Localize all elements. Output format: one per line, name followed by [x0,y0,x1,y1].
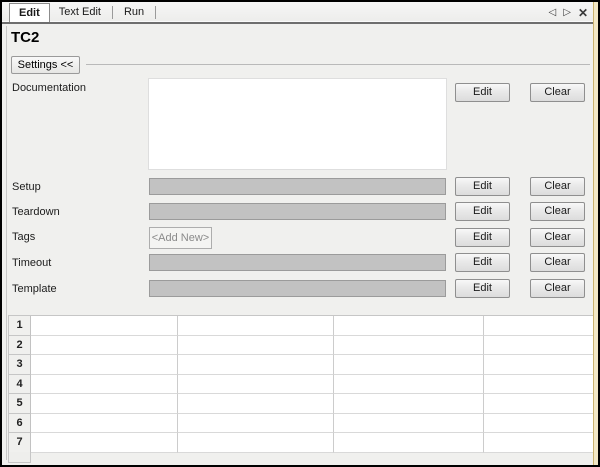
grid-cell[interactable] [484,394,594,414]
template-clear-button[interactable]: Clear [530,279,585,298]
partial-row-header [8,452,31,463]
table-row: 5 [9,394,594,414]
teardown-edit-button[interactable]: Edit [455,202,510,221]
grid-cell[interactable] [484,414,594,434]
timeout-edit-button[interactable]: Edit [455,253,510,272]
grid-cell[interactable] [31,336,178,356]
row-number[interactable]: 6 [9,414,31,434]
grid-cell[interactable] [334,336,484,356]
grid-cell[interactable] [31,375,178,395]
setup-label: Setup [12,181,41,193]
documentation-clear-button[interactable]: Clear [530,83,585,102]
tab-separator [112,6,113,19]
tab-edit[interactable]: Edit [9,3,50,22]
prev-tab-icon[interactable]: ◁ [549,7,557,19]
row-number[interactable]: 4 [9,375,31,395]
tags-clear-button[interactable]: Clear [530,228,585,247]
grid-cell[interactable] [178,316,334,336]
window-edge-strip [593,2,598,465]
table-row: 6 [9,414,594,434]
testcase-title: TC2 [11,29,39,46]
timeout-label: Timeout [12,257,51,269]
tags-label: Tags [12,231,35,243]
settings-divider [86,64,590,65]
testcase-editor-panel: Edit Text Edit Run ◁ ▷ ✕ TC2 Settings <<… [0,0,600,467]
row-number[interactable]: 5 [9,394,31,414]
template-edit-button[interactable]: Edit [455,279,510,298]
tags-add-new-button[interactable]: <Add New> [149,227,212,249]
grid-cell[interactable] [334,355,484,375]
table-row: 2 [9,336,594,356]
grid-cell[interactable] [31,355,178,375]
close-tab-icon[interactable]: ✕ [578,6,588,20]
grid-cell[interactable] [484,336,594,356]
grid-cell[interactable] [334,433,484,453]
timeout-field[interactable] [149,254,446,271]
table-row: 7 [9,433,594,453]
tab-controls: ◁ ▷ ✕ [549,6,588,20]
documentation-text-area[interactable] [148,78,447,170]
table-row: 4 [9,375,594,395]
grid-cell[interactable] [178,355,334,375]
grid-cell[interactable] [31,414,178,434]
setup-clear-button[interactable]: Clear [530,177,585,196]
documentation-edit-button[interactable]: Edit [455,83,510,102]
tab-separator [155,6,156,19]
grid-cell[interactable] [484,316,594,336]
grid-cell[interactable] [178,394,334,414]
grid-cell[interactable] [334,316,484,336]
timeout-clear-button[interactable]: Clear [530,253,585,272]
grid-cell[interactable] [334,414,484,434]
keyword-grid: 1234567 [8,315,594,453]
tab-bar: Edit Text Edit Run ◁ ▷ ✕ [2,2,598,24]
row-number[interactable]: 7 [9,433,31,453]
row-number[interactable]: 3 [9,355,31,375]
grid-cell[interactable] [31,394,178,414]
grid-cell[interactable] [178,414,334,434]
tab-run[interactable]: Run [115,3,153,22]
setup-field[interactable] [149,178,446,195]
grid-cell[interactable] [31,316,178,336]
template-field[interactable] [149,280,446,297]
grid-cell[interactable] [334,394,484,414]
table-row: 3 [9,355,594,375]
documentation-label: Documentation [12,82,86,94]
row-number[interactable]: 2 [9,336,31,356]
grid-cell[interactable] [334,375,484,395]
panel-left-groove [6,26,7,460]
teardown-field[interactable] [149,203,446,220]
template-label: Template [12,283,57,295]
teardown-clear-button[interactable]: Clear [530,202,585,221]
teardown-label: Teardown [12,206,60,218]
grid-cell[interactable] [31,433,178,453]
tab-text-edit[interactable]: Text Edit [50,3,110,22]
tags-edit-button[interactable]: Edit [455,228,510,247]
table-row: 1 [9,316,594,336]
grid-cell[interactable] [484,355,594,375]
next-tab-icon[interactable]: ▷ [563,7,571,19]
grid-cell[interactable] [178,375,334,395]
grid-cell[interactable] [178,433,334,453]
setup-edit-button[interactable]: Edit [455,177,510,196]
row-number[interactable]: 1 [9,316,31,336]
settings-toggle-button[interactable]: Settings << [11,56,80,74]
grid-cell[interactable] [484,433,594,453]
grid-cell[interactable] [178,336,334,356]
grid-cell[interactable] [484,375,594,395]
